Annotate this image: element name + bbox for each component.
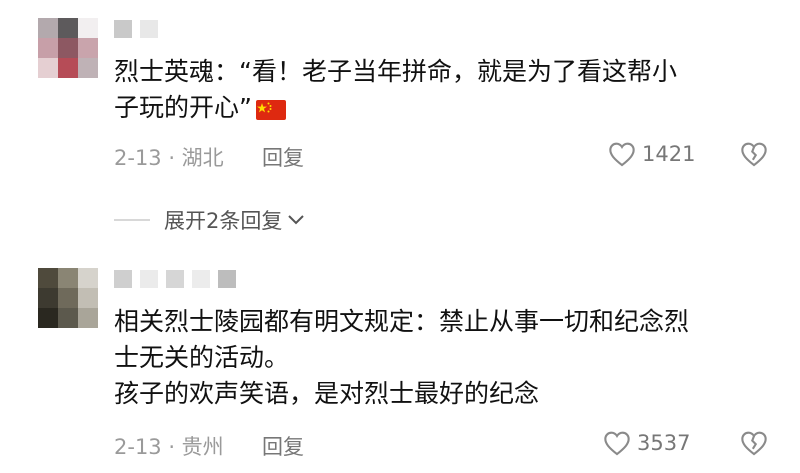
dislike-button[interactable] <box>740 141 768 171</box>
divider <box>114 219 150 221</box>
comment-text: 相关烈士陵园都有明文规定：禁止从事一切和纪念烈 士无关的活动。 孩子的欢声笑语，… <box>114 304 760 412</box>
broken-heart-icon <box>741 142 767 167</box>
expand-replies-label: 展开2条回复 <box>164 209 283 233</box>
heart-icon <box>609 142 635 167</box>
heart-icon <box>604 431 630 456</box>
comment-text-line: 士无关的活动。 <box>114 343 290 372</box>
broken-heart-icon <box>741 431 767 456</box>
comment-date-location: 2-13 · 贵州 <box>114 435 224 459</box>
like-count: 3537 <box>637 431 691 455</box>
comment-text-line: 烈士英魂：“看！老子当年拼命，就是为了看这帮小 <box>114 57 677 86</box>
comment-text: 烈士英魂：“看！老子当年拼命，就是为了看这帮小 子玩的开心” <box>114 54 760 130</box>
china-flag-icon <box>255 94 286 130</box>
username-obscured[interactable] <box>114 270 236 290</box>
comment-text-line: 相关烈士陵园都有明文规定：禁止从事一切和纪念烈 <box>114 307 690 336</box>
like-button[interactable]: 1421 <box>608 141 695 167</box>
dislike-button[interactable] <box>740 430 768 460</box>
comment-date-location: 2-13 · 湖北 <box>114 146 224 170</box>
chevron-down-icon <box>288 215 305 225</box>
like-count: 1421 <box>642 142 696 166</box>
comment-text-line: 孩子的欢声笑语，是对烈士最好的纪念 <box>114 379 540 408</box>
like-button[interactable]: 3537 <box>603 430 690 456</box>
reply-button[interactable]: 回复 <box>262 142 304 172</box>
avatar[interactable] <box>38 268 98 328</box>
comment-text-line: 子玩的开心” <box>114 93 252 122</box>
avatar[interactable] <box>38 18 98 78</box>
username-obscured[interactable] <box>114 20 158 40</box>
expand-replies-button[interactable]: 展开2条回复 <box>114 205 306 235</box>
reply-button[interactable]: 回复 <box>262 431 304 461</box>
